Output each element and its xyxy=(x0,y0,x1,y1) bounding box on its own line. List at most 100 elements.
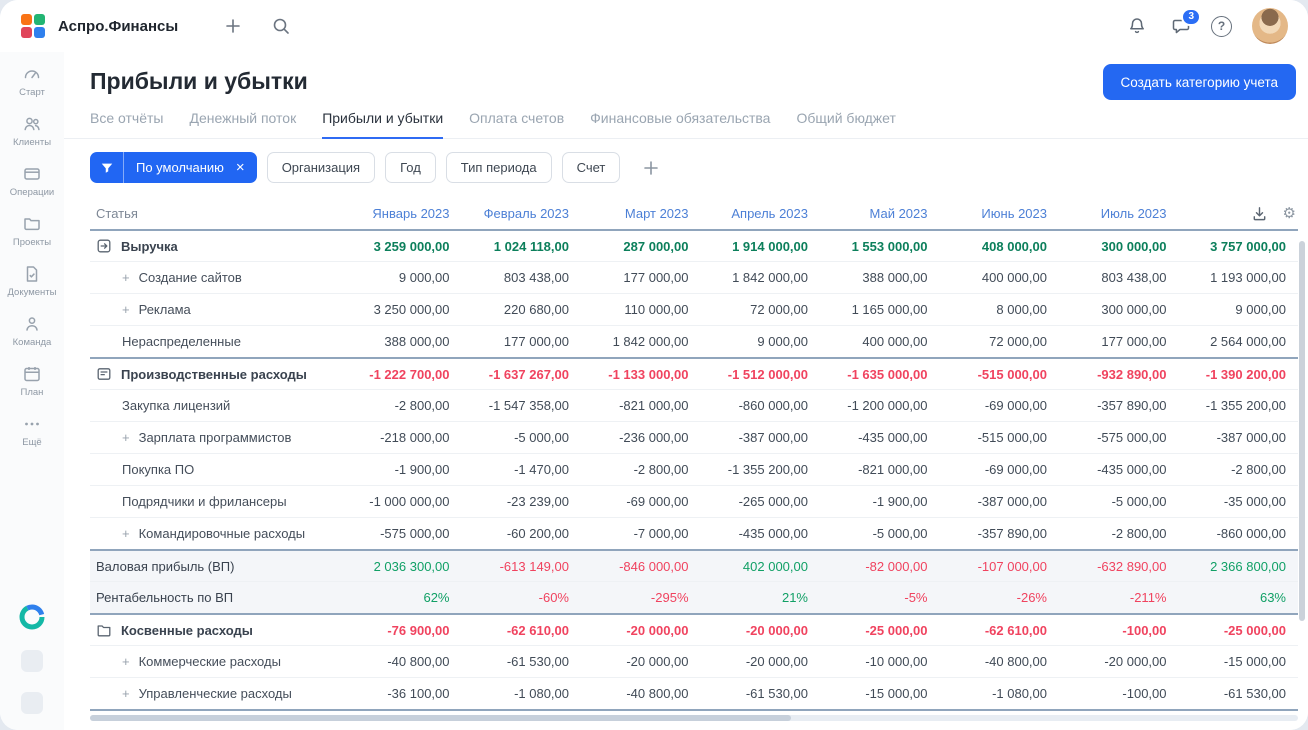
table-row[interactable]: Выручка 3 259 000,00 1 024 118,00 287 000,0… xyxy=(90,229,1298,261)
vertical-scrollbar[interactable] xyxy=(1299,241,1305,621)
cell-value: 9 000,00 xyxy=(757,334,808,349)
cell-value: 9 000,00 xyxy=(1235,302,1286,317)
sidebar-item-documents[interactable]: Документы xyxy=(8,264,56,298)
tab-invoice-payments[interactable]: Оплата счетов xyxy=(469,104,564,138)
filter-close-icon[interactable]: × xyxy=(232,159,257,176)
filter-chip-year[interactable]: Год xyxy=(385,152,436,183)
horizontal-scrollbar-thumb[interactable] xyxy=(90,715,791,721)
cell-value: -236 000,00 xyxy=(619,430,689,445)
cell-value: 2 366 800,00 xyxy=(1210,558,1286,574)
expand-plus-icon[interactable]: + xyxy=(122,430,130,445)
table-row[interactable]: + Создание сайтов 9 000,00 803 438,00 177 00… xyxy=(90,261,1298,293)
cell-value: -575 000,00 xyxy=(380,526,450,541)
chat-icon[interactable]: 3 xyxy=(1171,8,1201,36)
cell-value: -36 100,00 xyxy=(387,686,450,701)
tab-cash-flow[interactable]: Денежный поток xyxy=(189,104,296,138)
table-row[interactable]: Производственные расходы -1 222 700,00 -1 … xyxy=(90,357,1298,389)
cell-value: -387 000,00 xyxy=(1216,430,1286,445)
cell-value: 63% xyxy=(1259,590,1286,605)
search-icon[interactable] xyxy=(268,13,294,39)
table-row[interactable]: Косвенные расходы -76 900,00 -62 610,00 -20… xyxy=(90,613,1298,645)
more-dots-icon xyxy=(22,414,42,434)
table-row[interactable]: Рентабельность по ВП 62% -60% -295% 21% -5% -2… xyxy=(90,581,1298,613)
sidebar-item-more[interactable]: Ещё xyxy=(8,414,57,448)
table-row[interactable]: Закупка лицензий -2 800,00 -1 547 358,00 -8… xyxy=(90,389,1298,421)
cell-value: 2 036 300,00 xyxy=(373,558,450,574)
app-name: Аспро.Финансы xyxy=(58,17,179,35)
sidebar-item-team[interactable]: Команда xyxy=(8,314,57,348)
cell-value: 1 842 000,00 xyxy=(612,334,689,349)
cell-value: -632 890,00 xyxy=(1097,558,1167,574)
sidebar-item-operations[interactable]: Операции xyxy=(8,164,57,198)
team-icon xyxy=(22,314,42,334)
row-name: Командировочные расходы xyxy=(138,526,306,541)
row-label: + Зарплата программистов xyxy=(90,430,342,445)
aspro-cloud-logo-icon[interactable] xyxy=(19,604,45,630)
table-row[interactable]: + Командировочные расходы -575 000,00 -60 2… xyxy=(90,517,1298,549)
tab-general-budget[interactable]: Общий бюджет xyxy=(796,104,895,138)
sidebar-item-plan[interactable]: План xyxy=(8,364,57,398)
app-shortcut-icon-2[interactable] xyxy=(21,692,43,714)
table-row[interactable]: Нераспределенные 388 000,00 177 000,00 1 84… xyxy=(90,325,1298,357)
cell-value: -20 000,00 xyxy=(1104,654,1167,669)
tab-profit-loss[interactable]: Прибыли и убытки xyxy=(322,104,444,139)
bell-icon[interactable] xyxy=(1123,12,1151,40)
default-filter-chip[interactable]: По умолчанию × xyxy=(90,152,257,183)
tab-all-reports[interactable]: Все отчёты xyxy=(90,104,163,138)
gauge-icon xyxy=(22,64,42,84)
sidebar-item-projects[interactable]: Проекты xyxy=(8,214,57,248)
cell-value: -265 000,00 xyxy=(738,494,808,509)
cell-value: 177 000,00 xyxy=(503,334,569,349)
cell-value: 402 000,00 xyxy=(742,558,808,574)
cell-value: 3 250 000,00 xyxy=(373,302,450,317)
horizontal-scrollbar[interactable] xyxy=(90,715,1298,721)
settings-gear-icon[interactable]: ⚙ xyxy=(1283,206,1296,221)
table-row[interactable]: + Управленческие расходы -36 100,00 -1 080,… xyxy=(90,677,1298,709)
expand-plus-icon[interactable]: + xyxy=(122,654,130,669)
tab-financial-obligations[interactable]: Финансовые обязательства xyxy=(590,104,770,138)
table-row[interactable]: + Зарплата программистов -218 000,00 -5 000… xyxy=(90,421,1298,453)
create-category-button[interactable]: Создать категорию учета xyxy=(1102,64,1296,100)
add-icon[interactable] xyxy=(220,13,246,39)
table-row[interactable]: Валовая прибыль (ВП) 2 036 300,00 -613 149… xyxy=(90,549,1298,581)
cell-value: -1 133 000,00 xyxy=(608,366,689,382)
expand-plus-icon[interactable]: + xyxy=(122,270,130,285)
aspro-logo-icon[interactable] xyxy=(20,13,46,39)
filter-chip-account[interactable]: Счет xyxy=(561,152,621,183)
expand-plus-icon[interactable]: + xyxy=(122,526,130,541)
cell-value: -69 000,00 xyxy=(984,462,1047,477)
help-icon[interactable]: ? xyxy=(1211,15,1232,37)
download-icon[interactable] xyxy=(1251,205,1268,222)
table-body: Выручка 3 259 000,00 1 024 118,00 287 000,0… xyxy=(90,229,1298,711)
row-label: Производственные расходы xyxy=(90,366,342,382)
cell-value: -7 000,00 xyxy=(633,526,689,541)
sidebar-item-start[interactable]: Старт xyxy=(8,64,57,98)
avatar[interactable] xyxy=(1252,8,1288,44)
add-filter-icon[interactable] xyxy=(636,158,666,178)
cell-value: 287 000,00 xyxy=(623,238,689,254)
row-label: Валовая прибыль (ВП) xyxy=(90,559,342,574)
cell-value: 388 000,00 xyxy=(384,334,450,349)
app-shortcut-icon-1[interactable] xyxy=(21,650,43,672)
expand-plus-icon[interactable]: + xyxy=(122,302,130,317)
cell-value: -1 355 200,00 xyxy=(727,462,808,477)
row-label: Рентабельность по ВП xyxy=(90,590,342,605)
filter-chip-organization[interactable]: Организация xyxy=(266,152,376,183)
table-row[interactable]: + Реклама 3 250 000,00 220 680,00 110 000,00… xyxy=(90,293,1298,325)
table-row[interactable]: Подрядчики и фрилансеры -1 000 000,00 -23 … xyxy=(90,485,1298,517)
row-label: Нераспределенные xyxy=(90,334,342,349)
cell-value: -20 000,00 xyxy=(745,622,808,638)
cell-value: -20 000,00 xyxy=(626,654,689,669)
sidebar-item-label: Клиенты xyxy=(12,137,52,148)
column-header-article: Статья xyxy=(96,205,138,221)
table-row[interactable]: Покупка ПО -1 900,00 -1 470,00 -2 800,00 -1 … xyxy=(90,453,1298,485)
filter-chip-period-type[interactable]: Тип периода xyxy=(445,152,552,183)
cell-value: 177 000,00 xyxy=(1101,334,1167,349)
cell-value: -20 000,00 xyxy=(626,622,689,638)
cell-value: 300 000,00 xyxy=(1101,238,1167,254)
table-row[interactable]: + Коммерческие расходы -40 800,00 -61 530,0… xyxy=(90,645,1298,677)
sidebar-item-clients[interactable]: Клиенты xyxy=(8,114,57,148)
expand-plus-icon[interactable]: + xyxy=(122,686,130,701)
cell-value: 72 000,00 xyxy=(989,334,1047,349)
cell-value: -515 000,00 xyxy=(977,366,1047,382)
